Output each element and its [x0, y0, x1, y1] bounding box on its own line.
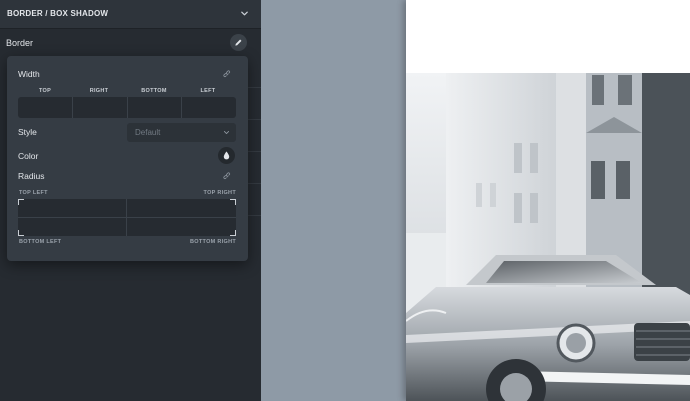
divider [248, 151, 261, 152]
droplet-icon [223, 151, 230, 160]
corner-indicator [18, 230, 24, 236]
corner-top-left-label: TOP LEFT [19, 190, 48, 196]
style-select[interactable]: Default [127, 123, 236, 142]
corner-indicator [230, 199, 236, 205]
radius-bottom-left-input[interactable] [18, 218, 126, 236]
divider [248, 119, 261, 120]
width-inputs [18, 97, 236, 118]
width-bottom-input[interactable] [127, 97, 183, 118]
link-icon[interactable] [223, 172, 232, 181]
column-left: LEFT [200, 88, 216, 94]
width-left-input[interactable] [182, 97, 236, 118]
width-right-input[interactable] [72, 97, 128, 118]
color-picker-button[interactable] [218, 147, 235, 164]
style-select-value: Default [135, 128, 161, 137]
divider [248, 215, 261, 216]
divider [248, 183, 261, 184]
column-right: RIGHT [89, 88, 109, 94]
border-settings-popup: Width TOP RIGHT BOTTOM LEFT Style Defaul… [7, 56, 248, 261]
color-label: Color [18, 151, 39, 161]
style-label: Style [18, 127, 37, 137]
width-label: Width [18, 69, 40, 79]
chevron-down-icon[interactable] [240, 9, 249, 18]
preview-frame [406, 0, 690, 401]
corner-bottom-left-label: BOTTOM LEFT [19, 239, 62, 245]
section-title: BORDER / BOX SHADOW [7, 9, 109, 18]
border-label: Border [6, 38, 34, 48]
radius-top-right-input[interactable] [127, 199, 236, 217]
corner-indicator [230, 230, 236, 236]
pencil-icon [235, 39, 242, 46]
canvas-background [261, 0, 406, 401]
divider [248, 87, 261, 88]
width-top-input[interactable] [18, 97, 73, 118]
corner-top-right-label: TOP RIGHT [203, 190, 236, 196]
radius-bottom-right-input[interactable] [127, 218, 236, 236]
column-bottom: BOTTOM [141, 88, 167, 94]
link-icon[interactable] [223, 70, 232, 79]
radius-inputs [18, 199, 236, 236]
radius-top-left-input[interactable] [18, 199, 126, 217]
corner-indicator [18, 199, 24, 205]
car-photo[interactable] [406, 73, 690, 401]
section-header[interactable]: BORDER / BOX SHADOW [0, 0, 261, 29]
corner-bottom-right-label: BOTTOM RIGHT [190, 239, 236, 245]
radius-label: Radius [18, 171, 45, 181]
border-edit-button[interactable] [230, 34, 247, 51]
chevron-down-icon [223, 130, 230, 135]
column-top: TOP [38, 88, 52, 94]
border-row: Border [0, 30, 261, 55]
